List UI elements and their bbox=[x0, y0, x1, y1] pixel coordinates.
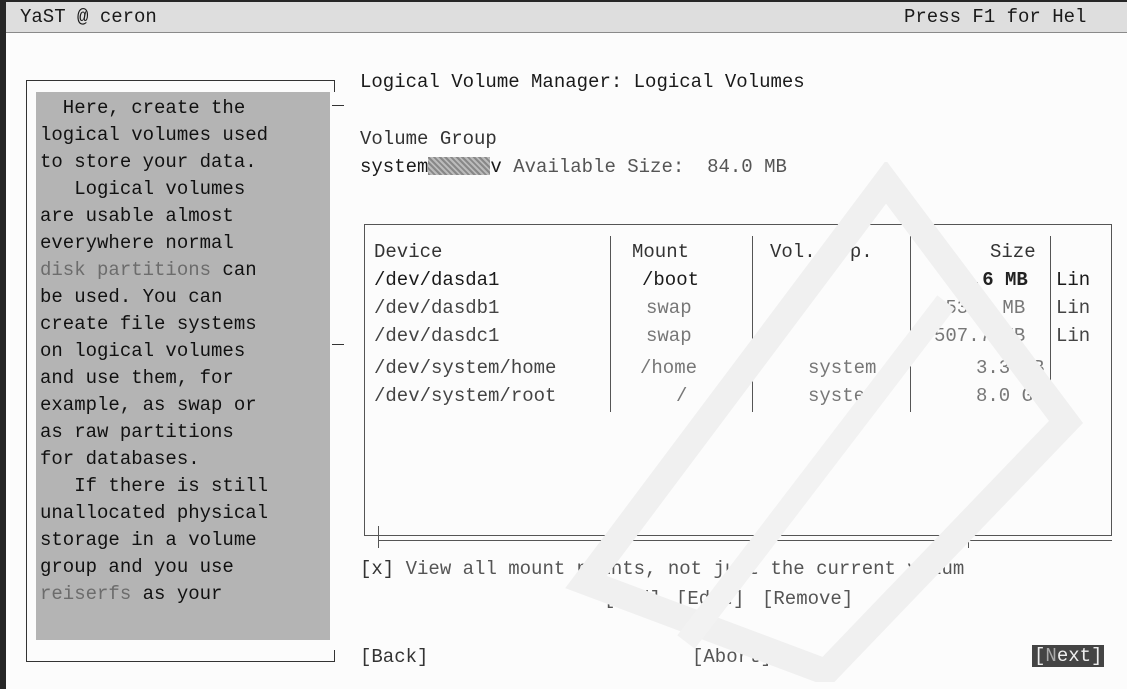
help-line: group and you use bbox=[40, 556, 234, 578]
add-button[interactable]: [Add] bbox=[604, 588, 661, 610]
cell-vg: system bbox=[808, 385, 877, 407]
help-line: be used. You can bbox=[40, 286, 223, 308]
help-hint: Press F1 for Hel bbox=[904, 6, 1087, 28]
cell-size: 3.3 GB bbox=[976, 357, 1045, 379]
edit-button[interactable]: [Edit] bbox=[676, 588, 744, 610]
help-line: on logical volumes bbox=[40, 340, 246, 362]
help-line: reiserfs as your bbox=[40, 583, 222, 605]
cell-mount: swap bbox=[646, 297, 692, 319]
column-divider bbox=[910, 236, 911, 412]
cell-type: Lin bbox=[1056, 297, 1091, 319]
cell-device: /dev/dasdc1 bbox=[374, 325, 500, 347]
checkbox-mark: [x] bbox=[360, 558, 395, 580]
help-line: Here, create the bbox=[40, 97, 246, 119]
help-line: to store your data. bbox=[40, 151, 257, 173]
help-line: logical volumes used bbox=[40, 124, 269, 146]
volume-group-select[interactable]: system v bbox=[360, 156, 502, 178]
scrollbar-left-end bbox=[378, 526, 379, 548]
help-line: disk partitions can bbox=[40, 259, 257, 281]
cell-mount: /boot bbox=[642, 269, 700, 291]
help-panel-frame-tick bbox=[334, 650, 335, 662]
help-line: Logical volumes bbox=[40, 178, 246, 200]
horizontal-scrollbar[interactable] bbox=[378, 540, 1112, 541]
help-line: as raw partitions bbox=[40, 421, 234, 443]
cell-size: 64.6 MB bbox=[948, 269, 1028, 291]
dropdown-fill bbox=[428, 157, 491, 175]
cell-type: Lin bbox=[1056, 269, 1091, 291]
help-panel-frame-tick bbox=[334, 80, 335, 92]
next-button[interactable]: [Next] bbox=[1032, 645, 1105, 667]
next-hotkey: N bbox=[1045, 645, 1057, 667]
scroll-indicator bbox=[332, 105, 344, 106]
col-header-device[interactable]: Device bbox=[374, 241, 442, 263]
help-line: example, as swap or bbox=[40, 394, 257, 416]
chevron-down-icon: v bbox=[490, 156, 502, 178]
help-line: and use them, for bbox=[40, 367, 234, 389]
cell-device: /dev/system/root bbox=[374, 385, 557, 407]
cell-size: 8.0 GB bbox=[976, 385, 1045, 407]
column-divider bbox=[1050, 236, 1051, 412]
cell-mount: /home bbox=[640, 357, 698, 379]
help-line: storage in a volume bbox=[40, 529, 257, 551]
back-button[interactable]: [Back] bbox=[360, 646, 428, 668]
help-link[interactable]: reiserfs bbox=[40, 583, 131, 605]
title-bar: YaST @ ceron Press F1 for Hel bbox=[6, 2, 1127, 33]
cell-vg: system bbox=[808, 357, 877, 379]
available-size-label: Available Size: bbox=[513, 156, 685, 178]
help-line: If there is still bbox=[40, 475, 269, 497]
cell-size: 253.8 MB bbox=[934, 297, 1026, 319]
view-all-checkbox[interactable]: [x] View all mount points, not just the … bbox=[360, 558, 964, 580]
scroll-indicator bbox=[332, 344, 344, 345]
remove-button[interactable]: [Remove] bbox=[762, 588, 853, 610]
scrollbar-thumb-end[interactable] bbox=[968, 526, 969, 548]
abort-button[interactable]: [Abort] bbox=[692, 646, 772, 668]
volume-group-row: system v Available Size: 84.0 MB bbox=[360, 156, 787, 178]
cell-mount: / bbox=[676, 385, 688, 407]
cell-device: /dev/system/home bbox=[374, 357, 557, 379]
col-header-vg[interactable]: Vol. Grp. bbox=[770, 241, 873, 263]
cell-size: 507.7 MB bbox=[934, 325, 1026, 347]
page-title: Logical Volume Manager: Logical Volumes bbox=[360, 71, 805, 93]
column-divider bbox=[752, 236, 753, 412]
volume-group-value: system bbox=[360, 156, 429, 178]
help-text: can bbox=[211, 259, 257, 281]
help-line: unallocated physical bbox=[40, 502, 269, 524]
next-bracket: [ bbox=[1034, 645, 1046, 667]
col-header-size[interactable]: Size bbox=[990, 241, 1036, 263]
yast-screen: YaST @ ceron Press F1 for Hel Here, crea… bbox=[0, 0, 1127, 689]
cell-device: /dev/dasdb1 bbox=[374, 297, 500, 319]
col-header-mount[interactable]: Mount bbox=[632, 241, 689, 263]
volume-group-label: Volume Group bbox=[360, 128, 497, 150]
help-line: everywhere normal bbox=[40, 232, 234, 254]
column-divider bbox=[610, 236, 611, 412]
help-line: for databases. bbox=[40, 448, 200, 470]
available-size-value: 84.0 MB bbox=[707, 156, 787, 178]
help-line: create file systems bbox=[40, 313, 257, 335]
cell-type: Lin bbox=[1056, 325, 1091, 347]
app-title: YaST @ ceron bbox=[20, 6, 157, 28]
cell-device: /dev/dasda1 bbox=[374, 269, 500, 291]
help-text: as your bbox=[131, 583, 223, 605]
cell-mount: swap bbox=[646, 325, 692, 347]
checkbox-label: View all mount points, not just the curr… bbox=[405, 558, 965, 580]
help-line: are usable almost bbox=[40, 205, 234, 227]
next-label: ext] bbox=[1056, 645, 1103, 667]
help-link[interactable]: disk partitions bbox=[40, 259, 211, 281]
